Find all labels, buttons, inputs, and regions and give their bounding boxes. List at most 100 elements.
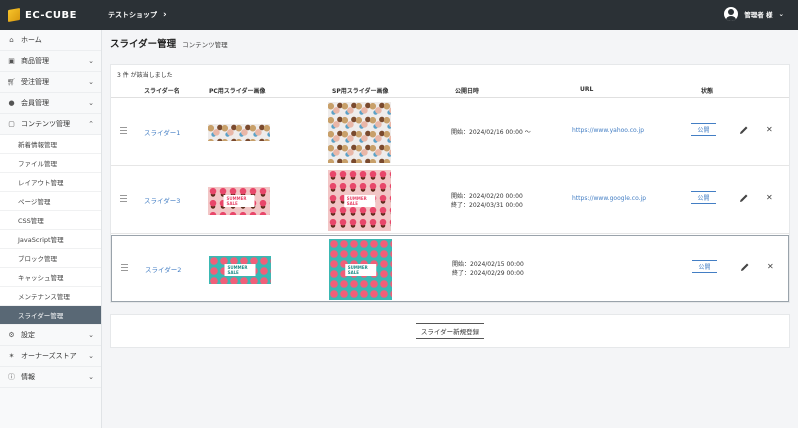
- pc-slider-image: SUMMER SALE: [209, 256, 271, 284]
- sidebar-subitem-css[interactable]: CSS管理: [0, 211, 101, 230]
- result-count: 3 件 が該当しました: [117, 72, 173, 79]
- sidebar-item-label: 会員管理: [21, 99, 49, 107]
- column-header: 状態: [701, 88, 714, 95]
- chevron-down-icon: ⌄: [88, 78, 94, 86]
- cube-logo-icon: [8, 7, 20, 23]
- sidebar-subitem-pages[interactable]: ページ管理: [0, 192, 101, 211]
- slider-name-link[interactable]: スライダー1: [144, 127, 180, 137]
- close-icon[interactable]: ✕: [767, 262, 774, 272]
- sidebar-subitem-files[interactable]: ファイル管理: [0, 154, 101, 173]
- chevron-down-icon: ⌄: [778, 10, 784, 18]
- sidebar: ⌂ ホーム ▣ 商品管理 ⌄ 🛒︎ 受注管理 ⌄ ● 会員管理 ⌄ ▢ コンテン…: [0, 30, 102, 428]
- sidebar-subitem-slider[interactable]: スライダー管理: [0, 306, 101, 325]
- close-icon[interactable]: ✕: [766, 125, 773, 135]
- sidebar-item-label: 情報: [21, 373, 35, 381]
- status-badge[interactable]: 公開: [692, 260, 717, 273]
- cart-icon: 🛒︎: [7, 78, 16, 86]
- sidebar-subitem-layout[interactable]: レイアウト管理: [0, 173, 101, 192]
- sidebar-item-customers[interactable]: ● 会員管理 ⌄: [0, 93, 101, 114]
- banner-label: SUMMER SALE: [223, 195, 255, 207]
- sidebar-item-info[interactable]: ⓘ 情報 ⌄: [0, 367, 101, 388]
- table-row: スライダー2 SUMMER SALE SUMMER SALE 開始：2024/0…: [111, 235, 789, 302]
- chevron-down-icon: ⌄: [88, 331, 94, 339]
- slider-name-link[interactable]: スライダー3: [144, 195, 180, 205]
- status-badge[interactable]: 公開: [691, 123, 716, 136]
- publish-date: 開始：2024/02/16 00:00 ～: [451, 129, 531, 136]
- column-header: 公開日時: [455, 88, 480, 95]
- breadcrumb: コンテンツ管理: [182, 41, 228, 49]
- sidebar-item-products[interactable]: ▣ 商品管理 ⌄: [0, 51, 101, 72]
- user-menu[interactable]: 管理者 様 ⌄: [724, 7, 784, 21]
- column-header: SP用スライダー画像: [332, 88, 389, 95]
- gear-icon: ⚙: [8, 331, 15, 339]
- sidebar-subitem-news[interactable]: 新着情報管理: [0, 135, 101, 154]
- new-slider-button[interactable]: スライダー新規登録: [416, 323, 484, 339]
- sidebar-item-label: ホーム: [21, 36, 42, 44]
- shop-link[interactable]: テストショップ ›: [108, 10, 167, 20]
- brand-text: EC-CUBE: [25, 9, 77, 21]
- drag-handle-icon[interactable]: [121, 264, 128, 273]
- slider-url-link[interactable]: https://www.google.co.jp: [572, 195, 646, 202]
- store-icon: ✶: [8, 352, 15, 360]
- pencil-icon[interactable]: [739, 125, 749, 135]
- cube-icon: ▣: [8, 57, 15, 65]
- sidebar-item-label: 設定: [21, 331, 35, 339]
- new-slider-card: スライダー新規登録: [110, 314, 790, 348]
- brand-logo[interactable]: EC-CUBE: [0, 0, 102, 30]
- pencil-icon[interactable]: [740, 262, 750, 272]
- pencil-icon[interactable]: [739, 193, 749, 203]
- close-icon[interactable]: ✕: [766, 193, 773, 203]
- publish-date: 開始：2024/02/20 00:00 終了：2024/03/31 00:00: [451, 193, 523, 209]
- slider-url-link[interactable]: https://www.yahoo.co.jp: [572, 127, 644, 134]
- chevron-down-icon: ⌄: [88, 57, 94, 65]
- drag-handle-icon[interactable]: [120, 127, 127, 136]
- sidebar-item-store[interactable]: ✶ オーナーズストア ⌄: [0, 346, 101, 367]
- drag-handle-icon[interactable]: [120, 195, 127, 204]
- sp-slider-image: SUMMER SALE: [328, 170, 391, 231]
- home-icon: ⌂: [9, 36, 14, 44]
- user-avatar-icon: [724, 7, 739, 21]
- chevron-down-icon: ⌄: [88, 373, 94, 381]
- info-icon: ⓘ: [8, 373, 15, 381]
- table-row: スライダー3 SUMMER SALE SUMMER SALE 開始：2024/0…: [111, 167, 789, 234]
- sidebar-item-label: 商品管理: [21, 57, 49, 65]
- shop-name: テストショップ: [108, 11, 157, 19]
- slider-list-card: 3 件 が該当しました スライダー名 PC用スライダー画像 SP用スライダー画像…: [110, 64, 790, 303]
- publish-date: 開始：2024/02/15 00:00 終了：2024/02/29 00:00: [452, 261, 524, 277]
- status-badge[interactable]: 公開: [691, 191, 716, 204]
- sidebar-subitem-maintenance[interactable]: メンテナンス管理: [0, 287, 101, 306]
- banner-label: SUMMER SALE: [224, 264, 256, 276]
- table-row: スライダー1 開始：2024/02/16 00:00 ～ https://www…: [111, 99, 789, 166]
- users-icon: ●: [8, 99, 15, 107]
- chevron-up-icon: ⌃: [88, 120, 94, 128]
- chevron-down-icon: ⌄: [88, 99, 94, 107]
- column-header: URL: [580, 86, 594, 93]
- column-header: スライダー名: [144, 88, 180, 95]
- page-title: スライダー管理: [110, 39, 177, 50]
- banner-label: SUMMER SALE: [344, 263, 377, 276]
- slider-name-link[interactable]: スライダー2: [145, 264, 181, 274]
- banner-label: SUMMER SALE: [343, 194, 376, 207]
- sidebar-subitem-cache[interactable]: キャッシュ管理: [0, 268, 101, 287]
- column-header: PC用スライダー画像: [209, 88, 266, 95]
- sp-slider-image: SUMMER SALE: [329, 239, 392, 300]
- document-icon: ▢: [8, 120, 15, 128]
- chevron-right-icon: ›: [163, 10, 167, 20]
- sidebar-subitem-blocks[interactable]: ブロック管理: [0, 249, 101, 268]
- sidebar-item-content[interactable]: ▢ コンテンツ管理 ⌃: [0, 114, 101, 135]
- pc-slider-image: SUMMER SALE: [208, 187, 270, 215]
- sidebar-subitem-javascript[interactable]: JavaScript管理: [0, 230, 101, 249]
- page-header: スライダー管理 コンテンツ管理: [110, 36, 228, 50]
- sidebar-item-label: コンテンツ管理: [21, 120, 70, 128]
- sidebar-item-orders[interactable]: 🛒︎ 受注管理 ⌄: [0, 72, 101, 93]
- pc-slider-image: [208, 124, 270, 141]
- top-bar: EC-CUBE テストショップ › 管理者 様 ⌄: [0, 0, 798, 30]
- sidebar-item-home[interactable]: ⌂ ホーム: [0, 30, 101, 51]
- table-header: スライダー名 PC用スライダー画像 SP用スライダー画像 公開日時 URL 状態: [111, 82, 789, 98]
- sidebar-item-label: 受注管理: [21, 78, 49, 86]
- sidebar-item-label: オーナーズストア: [21, 352, 77, 360]
- user-name: 管理者 様: [744, 11, 773, 19]
- sidebar-item-settings[interactable]: ⚙ 設定 ⌄: [0, 325, 101, 346]
- chevron-down-icon: ⌄: [88, 352, 94, 360]
- sp-slider-image: [328, 102, 391, 163]
